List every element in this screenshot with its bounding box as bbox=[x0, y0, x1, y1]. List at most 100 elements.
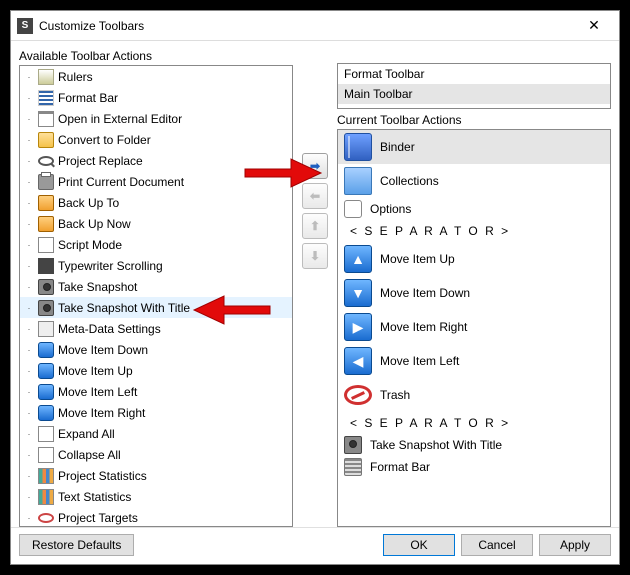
tree-marker: · bbox=[24, 282, 34, 292]
left-column: Available Toolbar Actions ·Rulers·Format… bbox=[19, 45, 293, 527]
list-item[interactable]: Take Snapshot With Title bbox=[338, 434, 610, 456]
dialog-window: S Customize Toolbars ✕ Available Toolbar… bbox=[10, 10, 620, 565]
list-item-label: Back Up To bbox=[58, 196, 119, 210]
list-item[interactable]: ·Expand All bbox=[20, 423, 292, 444]
list-item-label: Move Item Right bbox=[58, 406, 145, 420]
list-item-label: Typewriter Scrolling bbox=[58, 259, 163, 273]
i-trash-icon bbox=[344, 385, 372, 405]
list-item[interactable]: ·Typewriter Scrolling bbox=[20, 255, 292, 276]
list-item[interactable]: Options bbox=[338, 198, 610, 220]
toolbar-option[interactable]: Format Toolbar bbox=[338, 64, 610, 84]
i-arrow-r-icon: ▶ bbox=[344, 313, 372, 341]
i-folder-icon bbox=[38, 132, 54, 148]
restore-defaults-button[interactable]: Restore Defaults bbox=[19, 534, 134, 556]
list-item[interactable]: · Meta-Data Settings bbox=[20, 318, 292, 339]
tree-marker: · bbox=[24, 387, 34, 397]
move-up-button[interactable]: ⬆ bbox=[302, 213, 328, 239]
list-item[interactable]: Collections bbox=[338, 164, 610, 198]
list-item[interactable]: ·Rulers bbox=[20, 66, 292, 87]
list-item[interactable]: ·Take Snapshot bbox=[20, 276, 292, 297]
list-item[interactable]: ·Text Statistics bbox=[20, 486, 292, 507]
list-item[interactable]: ·Back Up To bbox=[20, 192, 292, 213]
list-item[interactable]: ·Convert to Folder bbox=[20, 129, 292, 150]
list-item[interactable]: ▲Move Item Up bbox=[338, 242, 610, 276]
current-actions-label: Current Toolbar Actions bbox=[337, 113, 611, 127]
list-item[interactable]: ·Project Statistics bbox=[20, 465, 292, 486]
list-item[interactable]: ·Move Item Right bbox=[20, 402, 292, 423]
tree-marker: · bbox=[24, 324, 34, 334]
list-item-label: Take Snapshot With Title bbox=[58, 301, 190, 315]
remove-button[interactable]: ⬅ bbox=[302, 183, 328, 209]
i-ruler-icon bbox=[38, 69, 54, 85]
list-item[interactable]: ·Move Item Down bbox=[20, 339, 292, 360]
close-button[interactable]: ✕ bbox=[575, 12, 613, 40]
i-camera-icon bbox=[38, 300, 54, 316]
list-item-label: Meta-Data Settings bbox=[58, 322, 161, 336]
list-item[interactable]: · Back Up Now bbox=[20, 213, 292, 234]
i-arrow-r-icon bbox=[38, 405, 54, 421]
list-item[interactable]: ◀ Move Item Left bbox=[338, 344, 610, 378]
app-icon: S bbox=[17, 18, 33, 34]
ok-button[interactable]: OK bbox=[383, 534, 455, 556]
tree-marker: · bbox=[24, 114, 34, 124]
current-actions-list[interactable]: BinderCollectionsOptions< S E P A R A T … bbox=[337, 129, 611, 527]
list-item[interactable]: ·Move Item Up bbox=[20, 360, 292, 381]
list-item-label: Project Statistics bbox=[58, 469, 147, 483]
toolbar-option[interactable]: Main Toolbar bbox=[338, 84, 610, 104]
i-options-icon bbox=[344, 200, 362, 218]
move-down-button[interactable]: ⬇ bbox=[302, 243, 328, 269]
list-item-label: Back Up Now bbox=[58, 217, 131, 231]
i-backup-icon bbox=[38, 195, 54, 211]
available-actions-label: Available Toolbar Actions bbox=[19, 49, 293, 63]
i-expand-icon bbox=[38, 426, 54, 442]
tree-marker: · bbox=[24, 429, 34, 439]
i-formatbar-icon bbox=[344, 458, 362, 476]
list-item-label: Binder bbox=[380, 140, 415, 154]
available-actions-list[interactable]: ·Rulers·Format Bar·Open in External Edit… bbox=[19, 65, 293, 527]
list-item-label: Move Item Up bbox=[380, 252, 455, 266]
list-item[interactable]: ·Take Snapshot With Title bbox=[20, 297, 292, 318]
list-item-label: Trash bbox=[380, 388, 410, 402]
separator-item[interactable]: < S E P A R A T O R > bbox=[338, 220, 610, 242]
list-item[interactable]: ·Project Replace bbox=[20, 150, 292, 171]
list-item[interactable]: Trash bbox=[338, 378, 610, 412]
i-binder-icon bbox=[344, 133, 372, 161]
i-printer-icon bbox=[38, 174, 54, 190]
separator-label: < S E P A R A T O R > bbox=[344, 416, 510, 430]
list-item[interactable]: ·Open in External Editor bbox=[20, 108, 292, 129]
add-button[interactable]: ➡ bbox=[302, 153, 328, 179]
list-item-label: Move Item Left bbox=[380, 354, 459, 368]
list-item[interactable]: · Script Mode bbox=[20, 234, 292, 255]
list-item[interactable]: ·Project Targets bbox=[20, 507, 292, 527]
transfer-buttons: ➡ ⬅ ⬆ ⬇ bbox=[297, 45, 333, 527]
i-stats-icon bbox=[38, 468, 54, 484]
list-item[interactable]: ·Print Current Document bbox=[20, 171, 292, 192]
window-title: Customize Toolbars bbox=[39, 19, 575, 33]
list-item[interactable]: Binder bbox=[338, 130, 610, 164]
list-item[interactable]: ·Move Item Left bbox=[20, 381, 292, 402]
tree-marker: · bbox=[24, 135, 34, 145]
list-item-label: Move Item Down bbox=[58, 343, 148, 357]
tree-marker: · bbox=[24, 513, 34, 523]
list-item-label: Rulers bbox=[58, 70, 93, 84]
list-item[interactable]: ·Format Bar bbox=[20, 87, 292, 108]
toolbar-list[interactable]: Format ToolbarMain Toolbar bbox=[337, 63, 611, 109]
separator-item[interactable]: < S E P A R A T O R > bbox=[338, 412, 610, 434]
tree-marker: · bbox=[24, 240, 34, 250]
list-item[interactable]: ▼Move Item Down bbox=[338, 276, 610, 310]
tree-marker: · bbox=[24, 366, 34, 376]
list-item-label: Collections bbox=[380, 174, 439, 188]
tree-marker: · bbox=[24, 93, 34, 103]
i-lines-icon bbox=[38, 90, 54, 106]
right-column: Format ToolbarMain Toolbar Current Toolb… bbox=[337, 45, 611, 527]
list-item-label: Script Mode bbox=[58, 238, 122, 252]
list-item-label: Move Item Right bbox=[380, 320, 467, 334]
list-item[interactable]: ·Collapse All bbox=[20, 444, 292, 465]
cancel-button[interactable]: Cancel bbox=[461, 534, 533, 556]
i-arrow-u-icon bbox=[38, 363, 54, 379]
list-item[interactable]: Format Bar bbox=[338, 456, 610, 478]
i-arrow-l-icon: ◀ bbox=[344, 347, 372, 375]
apply-button[interactable]: Apply bbox=[539, 534, 611, 556]
tree-marker: · bbox=[24, 219, 34, 229]
list-item[interactable]: ▶ Move Item Right bbox=[338, 310, 610, 344]
